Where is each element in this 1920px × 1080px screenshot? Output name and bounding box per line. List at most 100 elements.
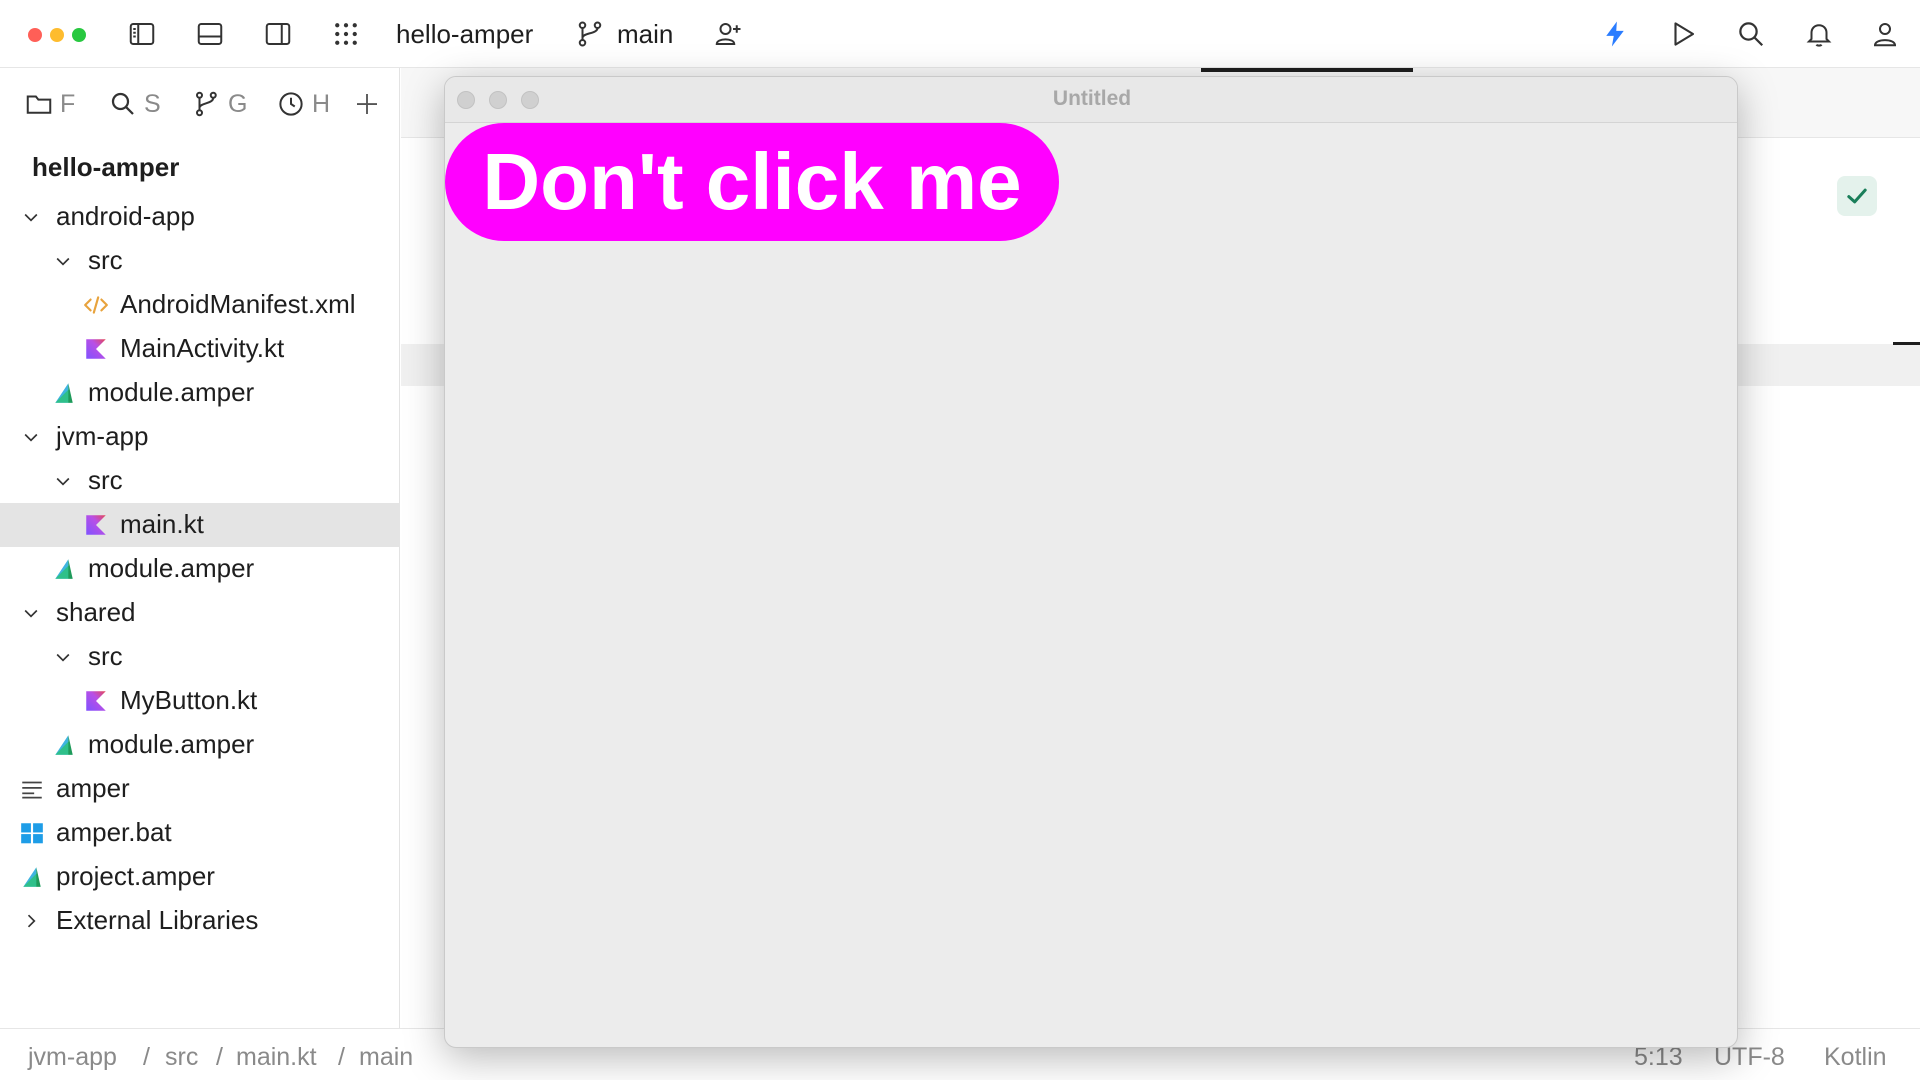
tree-item-module-amper[interactable]: module.amper [0,547,400,591]
amper-icon [50,379,78,407]
history-icon [279,92,303,116]
tab-history-label: H [312,89,331,118]
sidebar-right-icon[interactable] [259,15,297,53]
tree-item-src[interactable]: src [0,635,400,679]
title-bar: hello-amper main [0,0,1920,68]
chevron-down-icon[interactable] [18,424,44,450]
minimize-window-button[interactable] [50,28,64,42]
kotlin-icon [82,511,110,539]
tree-item-label: amper.bat [56,817,172,847]
add-user-icon[interactable] [709,15,747,53]
breadcrumb-main-kt[interactable]: main.kt [236,1043,317,1072]
breadcrumb-src[interactable]: src [165,1043,198,1072]
tree-item-mybutton-kt[interactable]: MyButton.kt [0,679,400,723]
tab-git-label: G [228,89,248,118]
panel-bottom-icon[interactable] [191,15,229,53]
tree-item-label: src [88,245,123,275]
tree-item-label: AndroidManifest.xml [120,289,356,319]
sidebar-left-icon[interactable] [123,15,161,53]
chevron-down-icon[interactable] [18,204,44,230]
tree-item-label: module.amper [88,553,255,583]
tree-item-label: src [88,465,123,495]
active-tab-indicator [1201,68,1413,72]
close-window-button[interactable] [28,28,42,42]
bell-icon[interactable] [1800,15,1838,53]
tab-history[interactable]: H [276,86,332,122]
breadcrumb-separator: / [338,1043,345,1071]
run-icon[interactable] [1664,15,1702,53]
plus-icon [357,94,377,114]
tree-item-label: amper [56,773,130,803]
kotlin-icon [82,335,110,363]
tree-item-label: android-app [56,201,195,231]
apps-grid-icon[interactable] [327,15,365,53]
tree-item-amper-bat[interactable]: amper.bat [0,811,400,855]
amper-icon [50,731,78,759]
project-sidebar: F S G H hello-amper android-app src Androi… [0,68,400,1028]
tree-item-shared[interactable]: shared [0,591,400,635]
project-title: hello-amper [32,152,180,182]
chevron-down-icon[interactable] [50,644,76,670]
project-name-widget[interactable]: hello-amper [396,17,533,51]
breadcrumb-separator: / [143,1043,150,1071]
tab-search-label: S [144,89,161,118]
tree-item-android-app[interactable]: android-app [0,195,400,239]
chevron-down-icon[interactable] [50,248,76,274]
breadcrumb-main[interactable]: main [359,1043,413,1072]
branch-widget[interactable]: main [617,17,673,51]
chevron-down-icon[interactable] [18,600,44,626]
tab-git[interactable]: G [192,86,248,122]
kotlin-icon [82,687,110,715]
file-language[interactable]: Kotlin [1824,1043,1887,1072]
tree-item-project-amper[interactable]: project.amper [0,855,400,899]
lightning-icon[interactable] [1596,15,1634,53]
tree-item-label: External Libraries [56,905,259,935]
folder-icon [26,95,52,114]
tree-item-label: project.amper [56,861,215,891]
profile-icon[interactable] [1866,15,1904,53]
tree-item-androidmanifest-xml[interactable]: AndroidManifest.xml [0,283,400,327]
tree-item-src[interactable]: src [0,239,400,283]
search-icon[interactable] [1732,15,1770,53]
app-window: Untitled Don't click me [444,76,1738,1048]
zoom-window-button[interactable] [72,28,86,42]
chevron-right-icon[interactable] [18,908,44,934]
tree-item-label: module.amper [88,377,255,407]
tree-item-label: jvm-app [56,421,149,451]
scrollbar-marker [1893,342,1920,345]
windows-icon [18,819,46,847]
breadcrumb-separator: / [216,1043,223,1071]
dont-click-me-button[interactable]: Don't click me [445,123,1059,241]
tab-files[interactable]: F [24,86,78,122]
git-branch-icon [196,91,217,117]
tree-item-label: main.kt [120,509,204,539]
search-icon [111,92,134,115]
sidebar-tabs: F S G H [0,68,400,138]
tab-search[interactable]: S [108,86,164,122]
tree-item-main-kt[interactable]: main.kt [0,503,400,547]
tree-item-src[interactable]: src [0,459,400,503]
branch-icon [573,15,607,53]
tree-item-jvm-app[interactable]: jvm-app [0,415,400,459]
tree-item-label: src [88,641,123,671]
xml-icon [82,291,110,319]
tree-item-amper[interactable]: amper [0,767,400,811]
tree-item-module-amper[interactable]: module.amper [0,371,400,415]
breadcrumb-jvm-app[interactable]: jvm-app [28,1043,117,1072]
amper-icon [50,555,78,583]
tab-files-label: F [60,89,76,118]
tree-item-label: module.amper [88,729,255,759]
tree-item-label: MyButton.kt [120,685,258,715]
tree-item-mainactivity-kt[interactable]: MainActivity.kt [0,327,400,371]
add-tab-button[interactable] [352,86,388,122]
tree-item-label: MainActivity.kt [120,333,285,363]
app-window-title: Untitled [1052,87,1132,110]
inspection-ok-icon[interactable] [1837,176,1877,216]
amper-icon [18,863,46,891]
app-window-titlebar[interactable]: Untitled [445,77,1737,123]
tree-item-module-amper[interactable]: module.amper [0,723,400,767]
tree-item-external-libraries[interactable]: External Libraries [0,899,400,943]
text-file-icon [18,775,46,803]
chevron-down-icon[interactable] [50,468,76,494]
tree-item-label: shared [56,597,136,627]
